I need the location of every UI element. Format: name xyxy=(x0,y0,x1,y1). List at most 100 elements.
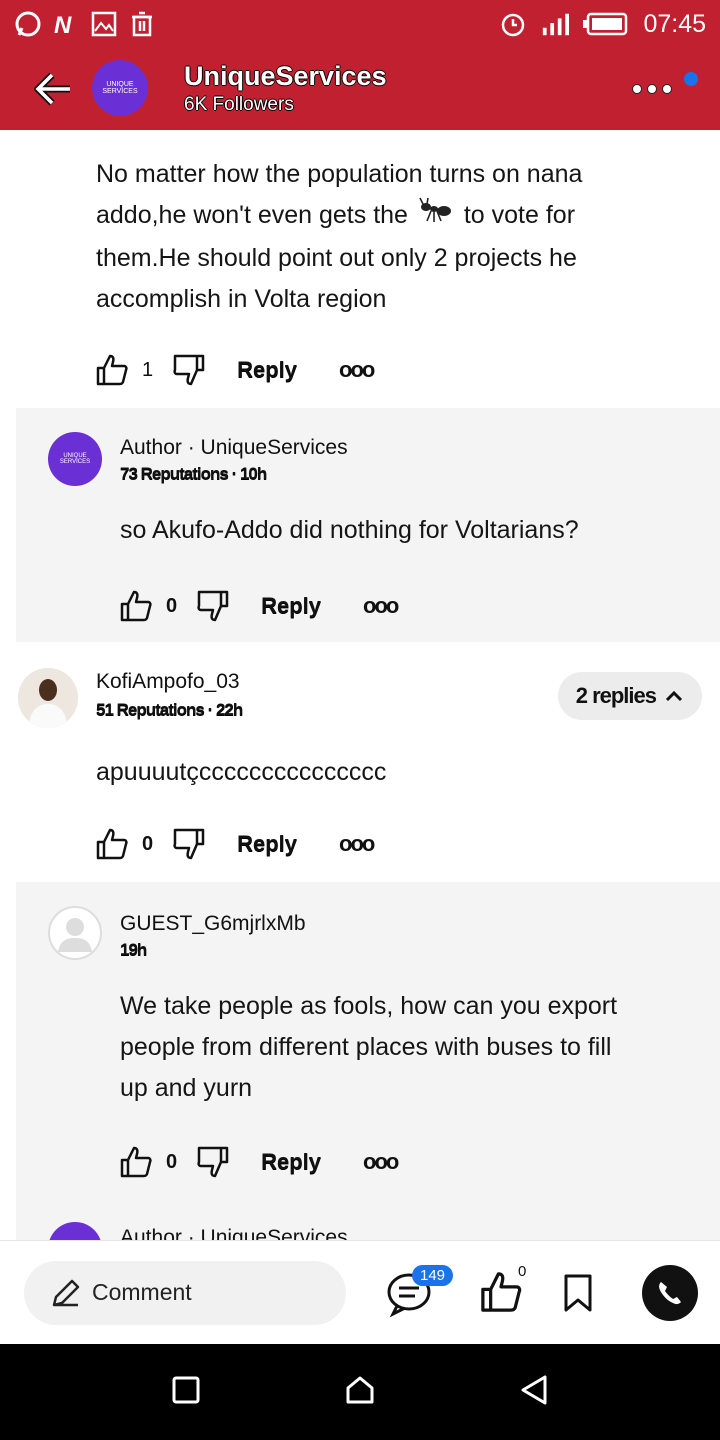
bookmark-icon xyxy=(564,1274,592,1312)
avatar[interactable]: UNIQUE SERVICES xyxy=(48,432,102,486)
like-count: 0 xyxy=(142,832,154,855)
channel-name: UniqueServices xyxy=(184,61,387,91)
like-count: 0 xyxy=(518,1263,527,1280)
trash-icon xyxy=(128,10,156,38)
bottom-action-bar: Comment 149 0 xyxy=(0,1240,720,1344)
comments-button[interactable]: 149 xyxy=(384,1265,454,1319)
thumbs-up-icon xyxy=(120,1146,152,1178)
pencil-icon xyxy=(52,1279,80,1306)
signal-icon xyxy=(541,10,570,38)
reply-button[interactable]: Reply xyxy=(237,357,297,383)
home-button[interactable] xyxy=(344,1374,376,1411)
dislike-button[interactable] xyxy=(171,352,207,388)
channel-followers: 6K Followers xyxy=(184,94,294,115)
channel-info[interactable]: UniqueServices 6K Followers xyxy=(184,60,387,118)
comment-label: Comment xyxy=(92,1279,192,1305)
app-header: UNIQUE SERVICES UniqueServices 6K Follow… xyxy=(0,48,720,130)
square-icon xyxy=(172,1376,200,1403)
comment-text: so Akufo-Addo did nothing for Voltarians… xyxy=(120,516,579,544)
notification-dot xyxy=(684,72,698,86)
thumbs-up-icon xyxy=(481,1272,522,1312)
thumbs-up-icon xyxy=(96,354,128,386)
thumbs-up-icon xyxy=(96,828,128,860)
status-time: 07:45 xyxy=(643,9,706,38)
comment-actions: 0 Reply ooo xyxy=(118,1132,399,1192)
comment-text: No matter how the population turns on na… xyxy=(96,154,696,320)
comment-line: accomplish in Volta region xyxy=(96,285,387,313)
back-button[interactable] xyxy=(33,70,74,113)
like-count: 0 xyxy=(166,1150,178,1173)
like-button[interactable] xyxy=(94,826,130,862)
comment-actions: 1 Reply ooo xyxy=(94,340,375,400)
comment-line: We take people as fools, how can you exp… xyxy=(120,992,618,1020)
comment-line-part: to vote for xyxy=(463,201,576,230)
chevron-up-icon xyxy=(665,690,683,702)
comment-line: up and yurn xyxy=(120,1074,253,1102)
avatar[interactable] xyxy=(48,906,102,960)
avatar-text: UNIQUE SERVICES xyxy=(59,453,91,465)
svg-text:N: N xyxy=(54,12,72,38)
more-options-button[interactable] xyxy=(632,72,698,94)
recents-button[interactable] xyxy=(171,1375,201,1410)
like-post-button[interactable]: 0 xyxy=(476,1263,526,1317)
user-photo-icon xyxy=(18,668,78,728)
like-count: 0 xyxy=(166,594,178,617)
like-button[interactable] xyxy=(94,352,130,388)
comment-meta: 73 Reputations · 10h xyxy=(120,464,267,483)
channel-avatar-text: UNIQUE SERVICES xyxy=(102,81,138,95)
thumbs-down-icon xyxy=(173,828,205,860)
reply-button[interactable]: Reply xyxy=(261,1149,321,1175)
home-icon xyxy=(346,1376,374,1403)
dislike-button[interactable] xyxy=(195,1144,231,1180)
like-button[interactable] xyxy=(118,1144,154,1180)
comment-input-button[interactable]: Comment xyxy=(24,1260,346,1325)
replies-toggle-button[interactable]: 2 replies xyxy=(557,672,702,720)
comment-line: people from different places with buses … xyxy=(120,1033,612,1061)
battery-icon xyxy=(583,10,629,38)
phone-icon xyxy=(659,1282,681,1305)
author-name[interactable]: GUEST_G6mjrlxMb xyxy=(120,912,306,936)
dislike-button[interactable] xyxy=(195,588,231,624)
comments-list[interactable]: No matter how the population turns on na… xyxy=(0,130,720,1240)
comment-text: We take people as fools, how can you exp… xyxy=(120,986,617,1109)
gallery-icon xyxy=(90,10,118,38)
comment-more-button[interactable]: ooo xyxy=(363,1149,399,1175)
dislike-button[interactable] xyxy=(171,826,207,862)
comment-more-button[interactable]: ooo xyxy=(339,831,375,857)
alarm-icon xyxy=(499,10,527,38)
comment-more-button[interactable]: ooo xyxy=(339,357,375,383)
avatar[interactable] xyxy=(48,1222,102,1240)
arrow-left-icon xyxy=(33,72,70,106)
comment-item: No matter how the population turns on na… xyxy=(0,130,720,408)
comment-more-button[interactable]: ooo xyxy=(363,593,399,619)
reply-button[interactable]: Reply xyxy=(237,831,297,857)
thumbs-up-icon xyxy=(120,590,152,622)
comment-line: them.He should point out only 2 projects… xyxy=(96,244,577,272)
comment-text: apuuuutçccccccccccccccc xyxy=(96,758,387,786)
avatar[interactable] xyxy=(18,668,78,728)
reply-button[interactable]: Reply xyxy=(261,593,321,619)
author-name[interactable]: KofiAmpofo_03 xyxy=(96,670,240,694)
like-count: 1 xyxy=(142,358,154,381)
comment-line: addo,he won't even gets the to vote for xyxy=(96,195,696,238)
thumbs-down-icon xyxy=(197,590,229,622)
author-name[interactable]: Author · UniqueServices xyxy=(120,436,348,460)
comment-actions: 0 Reply ooo xyxy=(118,576,399,636)
reply-item: GUEST_G6mjrlxMb 19h We take people as fo… xyxy=(16,882,720,1198)
comment-count-badge: 149 xyxy=(412,1265,454,1286)
whatsapp-share-button[interactable] xyxy=(642,1265,698,1321)
channel-avatar[interactable]: UNIQUE SERVICES xyxy=(92,60,148,116)
dot xyxy=(647,84,657,94)
comment-meta: 51 Reputations · 22h xyxy=(96,700,243,719)
comment-meta: 19h xyxy=(120,940,147,959)
reply-item: Author · UniqueServices xyxy=(16,1198,720,1240)
thumbs-down-icon xyxy=(173,354,205,386)
dot xyxy=(662,84,672,94)
back-nav-button[interactable] xyxy=(519,1374,549,1411)
default-user-icon xyxy=(58,918,92,952)
reply-item: UNIQUE SERVICES Author · UniqueServices … xyxy=(16,408,720,642)
like-button[interactable] xyxy=(118,588,154,624)
bookmark-button[interactable] xyxy=(556,1271,600,1315)
author-name[interactable]: Author · UniqueServices xyxy=(120,1226,348,1240)
comment-line-part: addo,he won't even gets the xyxy=(96,201,408,230)
